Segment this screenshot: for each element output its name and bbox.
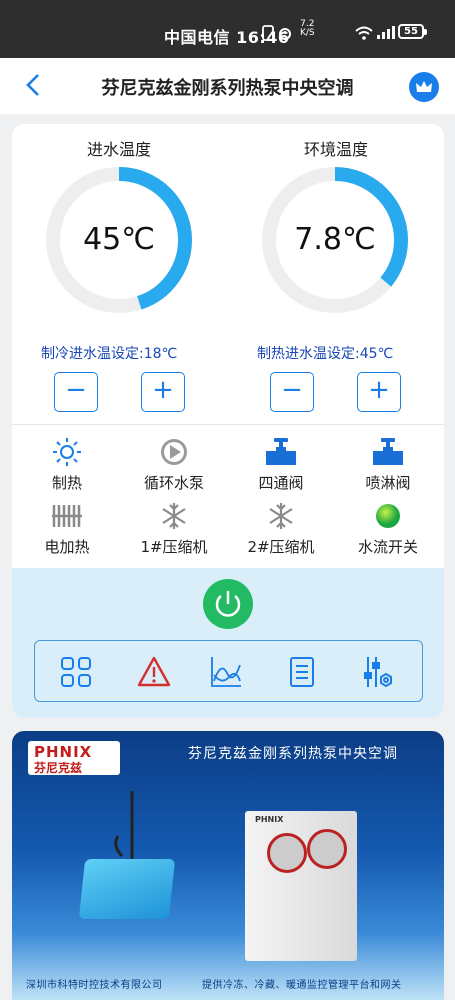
spray-valve-icon bbox=[373, 438, 403, 465]
indicator-label: 喷淋阀 bbox=[365, 474, 411, 492]
banner-slogan: 提供冷冻、冷藏、暖通监控管理平台和网关 bbox=[202, 980, 402, 991]
fan-icon bbox=[267, 833, 307, 873]
banner-company: 深圳市科特时控技术有限公司 bbox=[26, 980, 163, 991]
crown-icon bbox=[416, 81, 432, 92]
cooling-increase-button[interactable]: + bbox=[141, 372, 185, 412]
nfc-icon bbox=[262, 25, 274, 41]
power-icon bbox=[215, 591, 241, 617]
list-document-icon[interactable] bbox=[285, 655, 319, 689]
alarm-warning-icon[interactable] bbox=[137, 655, 171, 689]
ambient-temp-value: 7.8℃ bbox=[294, 222, 376, 257]
signal-icon bbox=[377, 26, 395, 39]
back-button[interactable] bbox=[22, 72, 48, 100]
banner-title: 芬尼克兹金刚系列热泵中央空调 bbox=[188, 746, 398, 762]
toolbar bbox=[34, 640, 423, 702]
battery-indicator: 55 bbox=[398, 24, 427, 39]
promo-banner[interactable]: PHNIX 芬尼克兹 芬尼克兹金刚系列热泵中央空调 PHNIX 深圳市科特时控技… bbox=[12, 731, 444, 1000]
indicator-electric-heater: 电加热 bbox=[17, 500, 117, 557]
indicator-label: 2#压缩机 bbox=[247, 538, 315, 556]
grid-menu-icon[interactable] bbox=[59, 655, 93, 689]
gauge-title-inlet: 进水温度 bbox=[86, 140, 151, 159]
chevron-left-icon bbox=[26, 74, 39, 96]
fan-icon bbox=[307, 829, 347, 869]
page-title: 芬尼克兹金刚系列热泵中央空调 bbox=[101, 78, 354, 99]
gateway-device-image bbox=[78, 859, 176, 919]
status-bar: 中国电信 16:46 7.2 K/S 55 bbox=[0, 0, 455, 58]
electric-heater-icon bbox=[52, 505, 82, 527]
indicator-label: 循环水泵 bbox=[143, 474, 204, 492]
indicator-label: 1#压缩机 bbox=[140, 538, 208, 556]
indicator-label: 四通阀 bbox=[258, 474, 304, 492]
app-header: 芬尼克兹金刚系列热泵中央空调 bbox=[0, 58, 455, 114]
power-button[interactable] bbox=[203, 579, 253, 629]
heating-setpoint: 制热进水温设定:45℃ bbox=[257, 346, 394, 362]
indicator-spray-valve: 喷淋阀 bbox=[338, 436, 438, 493]
gauge-title-ambient: 环境温度 bbox=[303, 140, 368, 159]
divider bbox=[12, 424, 444, 425]
indicator-flow-switch: 水流开关 bbox=[338, 500, 438, 557]
brand-logo: PHNIX 芬尼克兹 bbox=[28, 741, 120, 775]
cooling-decrease-button[interactable]: − bbox=[54, 372, 98, 412]
cooling-setpoint: 制冷进水温设定:18℃ bbox=[41, 346, 178, 362]
indicator-label: 制热 bbox=[51, 474, 82, 492]
green-dot-icon bbox=[376, 504, 400, 528]
heating-increase-button[interactable]: + bbox=[357, 372, 401, 412]
heat-pump-unit-image: PHNIX bbox=[245, 811, 357, 961]
crown-button[interactable] bbox=[409, 72, 439, 102]
inlet-temp-value: 45℃ bbox=[83, 222, 155, 257]
sun-icon bbox=[53, 438, 81, 466]
indicator-label: 水流开关 bbox=[357, 538, 418, 556]
indicator-compressor-2: 2#压缩机 bbox=[231, 500, 331, 557]
pump-play-icon bbox=[161, 439, 187, 465]
net-speed: 7.2 K/S bbox=[300, 19, 315, 38]
control-card: 进水温度 45℃ 环境温度 7.8℃ 制冷进水温设定:18℃ 制热进水温设定:4… bbox=[12, 124, 444, 718]
heating-decrease-button[interactable]: − bbox=[270, 372, 314, 412]
valve-icon bbox=[266, 438, 296, 465]
indicator-label: 电加热 bbox=[44, 538, 90, 556]
snowflake-icon bbox=[162, 503, 186, 529]
settings-sliders-icon[interactable] bbox=[361, 655, 395, 689]
indicator-circulation-pump: 循环水泵 bbox=[124, 436, 224, 493]
indicator-heating: 制热 bbox=[17, 436, 117, 493]
trend-chart-icon[interactable] bbox=[209, 655, 243, 689]
alarm-clock-icon bbox=[279, 28, 291, 40]
snowflake-icon bbox=[269, 503, 293, 529]
indicator-four-way-valve: 四通阀 bbox=[231, 436, 331, 493]
wifi-icon bbox=[355, 26, 373, 40]
indicator-compressor-1: 1#压缩机 bbox=[124, 500, 224, 557]
